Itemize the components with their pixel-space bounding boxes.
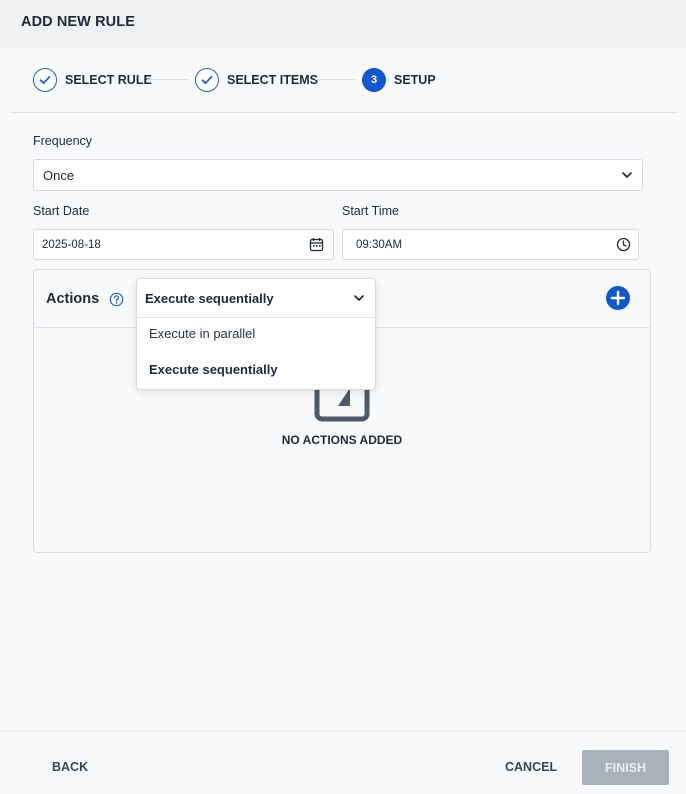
execution-mode-dropdown[interactable]: Execute sequentially Execute in parallel… [136,278,376,390]
start-date-label: Start Date [33,204,90,218]
start-date-value: 2025-08-18 [42,238,101,251]
step-connector [147,79,187,80]
clock-icon[interactable] [616,237,631,252]
start-time-value: 09:30AM [356,238,403,251]
stepper: SELECT RULE SELECT ITEMS 3 SETUP [0,48,686,112]
step-connector [315,79,355,80]
step-label: SELECT ITEMS [227,73,318,87]
step-label: SETUP [394,73,436,87]
option-execute-in-parallel[interactable]: Execute in parallel [149,326,255,341]
actions-title: Actions [46,291,100,307]
frequency-select[interactable]: Once [33,159,643,191]
check-icon [195,68,219,92]
cancel-button[interactable]: CANCEL [505,760,557,774]
dialog-header: ADD NEW RULE [0,0,686,48]
step-setup[interactable]: 3 SETUP [362,68,436,92]
help-icon[interactable] [109,292,124,307]
back-button[interactable]: BACK [52,760,88,774]
start-date-input[interactable]: 2025-08-18 [33,229,334,260]
execution-mode-select[interactable]: Execute sequentially [137,279,375,318]
chevron-down-icon [621,169,633,181]
chevron-down-icon [353,292,365,304]
empty-state-text: NO ACTIONS ADDED [281,433,403,447]
dialog-title: ADD NEW RULE [21,14,135,30]
plus-icon[interactable] [606,286,630,310]
step-select-items[interactable]: SELECT ITEMS [195,68,318,92]
step-label: SELECT RULE [65,73,152,87]
divider [10,112,678,113]
finish-button[interactable]: FINISH [582,750,669,785]
execution-mode-value: Execute sequentially [145,291,274,306]
calendar-icon[interactable] [309,237,324,252]
frequency-value: Once [43,167,75,183]
check-icon [33,68,57,92]
start-time-input[interactable]: 09:30AM [342,229,639,260]
dialog-footer: BACK CANCEL FINISH [0,731,686,794]
option-execute-sequentially[interactable]: Execute sequentially [149,362,278,377]
start-time-label: Start Time [342,204,399,218]
step-number: 3 [362,68,386,92]
frequency-label: Frequency [33,134,93,148]
step-select-rule[interactable]: SELECT RULE [33,68,152,92]
